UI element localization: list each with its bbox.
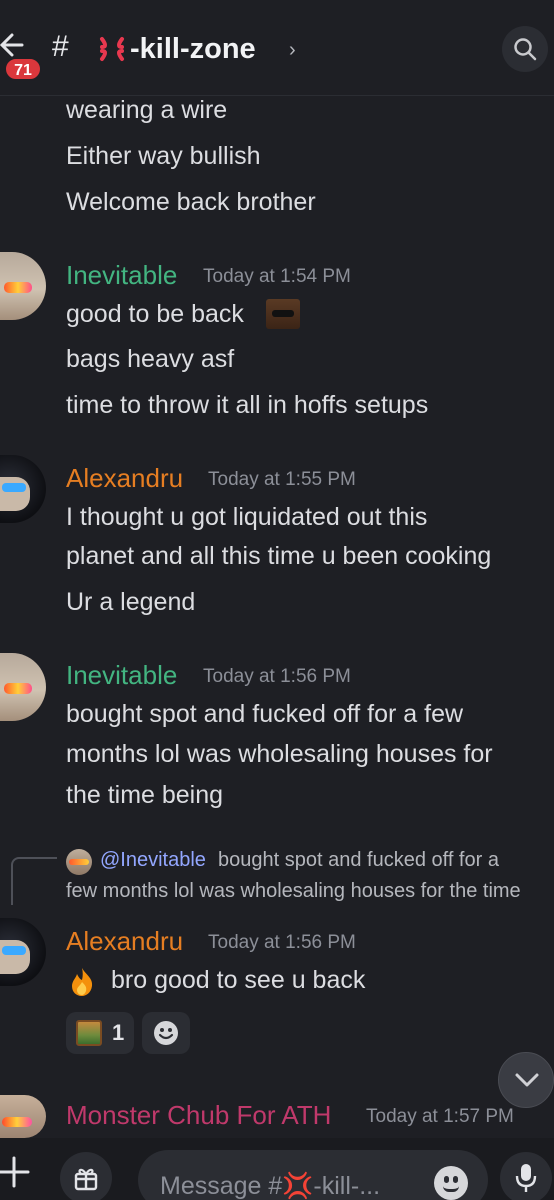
timestamp: Today at 1:56 PM: [208, 932, 356, 953]
reaction-chip[interactable]: 1: [66, 1012, 134, 1054]
message-line: planet and all this time u been cooking: [66, 542, 492, 570]
composer-bar: Message #💢-kill-...: [0, 1138, 554, 1200]
reaction-count: 1: [112, 1020, 125, 1045]
timestamp: Today at 1:57 PM: [366, 1106, 514, 1127]
timestamp: Today at 1:55 PM: [208, 469, 356, 490]
author-name[interactable]: Alexandru: [66, 926, 183, 957]
message-placeholder: Message #💢-kill-...: [160, 1172, 381, 1200]
channel-hash-icon: #: [52, 30, 69, 63]
emoji-icon[interactable]: [434, 1166, 468, 1200]
avatar[interactable]: [0, 653, 46, 721]
message-line: months lol was wholesaling houses for: [66, 740, 493, 768]
channel-name[interactable]: -kill-zone: [130, 33, 256, 66]
message-line: bought spot and fucked off for a few: [66, 700, 464, 728]
timestamp: Today at 1:56 PM: [203, 666, 351, 687]
author-name[interactable]: Alexandru: [66, 463, 183, 494]
channel-header: 71 # -kill-zone ›: [0, 0, 554, 96]
add-reaction-icon: [154, 1021, 178, 1045]
add-reaction-button[interactable]: [142, 1012, 190, 1054]
message-line: Either way bullish: [66, 142, 261, 170]
message-line: bags heavy asf: [66, 345, 235, 373]
reply-preview[interactable]: few months lol was wholesaling houses fo…: [66, 880, 521, 903]
search-button[interactable]: [502, 26, 548, 72]
chevron-down-icon: [515, 1073, 539, 1087]
avatar[interactable]: [0, 252, 46, 320]
gift-icon: [74, 1168, 98, 1191]
mic-icon: [515, 1164, 537, 1192]
sunglasses-emoji-icon: [266, 299, 300, 329]
reply-mention[interactable]: @Inevitable: [100, 849, 206, 872]
fire-emoji-icon: [72, 968, 93, 996]
plus-icon[interactable]: [0, 1154, 30, 1190]
back-arrow-icon[interactable]: [0, 30, 26, 60]
timestamp: Today at 1:54 PM: [203, 266, 351, 287]
anger-emoji-icon: [100, 37, 124, 61]
voice-button[interactable]: [500, 1152, 552, 1200]
author-name[interactable]: Monster Chub For ATH: [66, 1100, 331, 1131]
jump-to-bottom-button[interactable]: [498, 1052, 554, 1108]
message-line: wearing a wire: [66, 96, 228, 124]
gift-button[interactable]: [60, 1152, 112, 1200]
reply-connector: [11, 857, 57, 905]
reply-preview[interactable]: bought spot and fucked off for a: [218, 849, 499, 872]
search-icon: [514, 38, 537, 61]
message-line: time to throw it all in hoffs setups: [66, 391, 429, 419]
reply-avatar: [66, 849, 92, 875]
message-line: I thought u got liquidated out this: [66, 503, 428, 531]
author-name[interactable]: Inevitable: [66, 660, 177, 691]
message-input[interactable]: Message #💢-kill-...: [138, 1150, 488, 1200]
avatar[interactable]: [0, 918, 46, 986]
message-line: the time being: [66, 781, 224, 809]
message-line: bro good to see u back: [111, 966, 366, 994]
unread-badge: 71: [4, 57, 42, 81]
avatar[interactable]: [0, 455, 46, 523]
reaction-emoji-icon: [76, 1020, 102, 1046]
author-name[interactable]: Inevitable: [66, 260, 177, 291]
avatar[interactable]: [0, 1095, 46, 1138]
message-line: Ur a legend: [66, 588, 196, 616]
message-line: good to be back: [66, 300, 244, 328]
channel-chevron-icon[interactable]: ›: [289, 39, 296, 62]
message-line: Welcome back brother: [66, 188, 316, 216]
